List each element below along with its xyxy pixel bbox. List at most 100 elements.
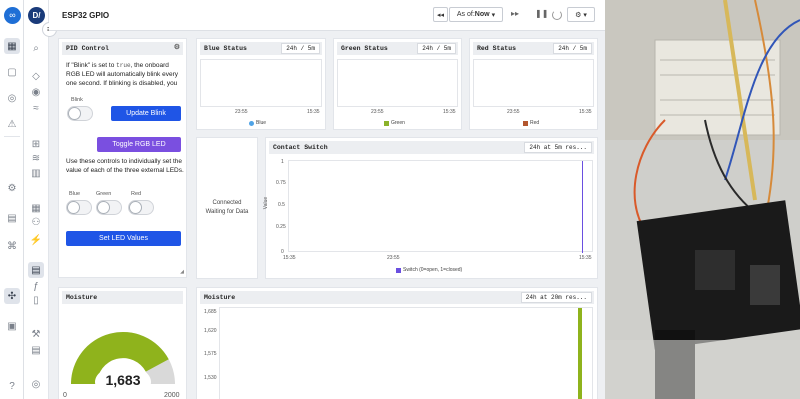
x-tick-label: 23:55 [387,255,400,261]
as-of-select[interactable]: As of: Now ▾ [449,7,503,22]
panel-header: PID Control ⚙ [62,42,183,55]
events-icon[interactable]: ◎ [4,90,20,106]
resize-handle-icon[interactable]: ◢ [180,269,184,275]
legend-label: Switch (0=open, 1=closed) [403,267,463,273]
green-label: Green [96,191,112,197]
red-label: Red [131,191,142,197]
panel-header: Moisture 24h at 20m res... [200,291,594,304]
tables-icon[interactable]: ▤ [4,210,20,226]
panel-title: Moisture [204,294,236,301]
legend-swatch [396,267,401,273]
panel-header: Blue Status 24h / 5m [200,42,322,55]
blink-text-part1: If "Blink" is set to [66,62,117,69]
y-tick-label: 1,530 [204,375,217,381]
y-tick-label: 0.5 [278,202,285,208]
search-icon[interactable]: ⌕ [28,40,44,56]
hardware-photo [605,0,800,399]
panel-header: Green Status 24h / 5m [337,42,458,55]
toggle-knob [67,201,80,214]
plug-icon[interactable]: ⚡ [28,232,44,248]
workflow-icon[interactable]: ◉ [28,84,44,100]
chart-legend: Blue [249,120,266,126]
workspace-avatar[interactable]: D/ [28,7,45,24]
experience-icon[interactable]: ✣ [4,288,20,304]
box-icon[interactable]: ◇ [28,68,44,84]
applications-icon[interactable]: ▦ [4,38,20,54]
chart-plot-area [288,160,593,253]
moisture-gauge-panel: Moisture 1,683 0 2000 [58,287,187,399]
x-tick-label: 23:55 [235,109,248,115]
y-axis-label: Value [263,196,270,210]
moisture-gauge: 1,683 [71,332,175,392]
time-range-button[interactable]: 24h / 5m [417,43,456,54]
y-tick-label: 1,620 [204,328,217,334]
time-range-button[interactable]: 24h / 5m [553,43,592,54]
chart-legend: Green [384,120,405,126]
y-tick-label: 1,685 [204,309,217,315]
blink-toggle[interactable] [67,106,93,121]
sidebar-divider [4,136,20,137]
app-root: ∞ ▦ ▢ ◎ ⚠ ⚙ ▤ ⌘ ✣ ▣ ? ⌕ ◇ ◉ ≈ ⊞ ≋ ▥ ▦ ⚇ … [0,0,800,399]
y-tick-label: 1 [281,159,284,165]
moisture-chart-panel: Moisture 24h at 20m res... 1,685 1,620 1,… [196,287,598,399]
edge-icon[interactable]: ⚙ [4,180,20,196]
panel-header: Red Status 24h / 5m [473,42,594,55]
connection-status-panel: Connected Waiting for Data [196,137,258,279]
gauge-min-label: 0 [63,392,67,399]
gear-icon[interactable]: ≈ [28,100,44,116]
chevron-down-icon: ▾ [491,11,496,19]
switch-series-line [582,161,583,253]
time-range-button[interactable]: 24h / 5m [281,43,320,54]
x-tick-label: 15:35 [579,255,592,261]
panel-title: Contact Switch [273,144,328,151]
panel-header: Moisture [62,291,183,304]
legend-swatch [523,120,528,126]
panel-settings-icon[interactable]: ⚙ [174,43,180,52]
integrations-icon[interactable]: ⌘ [4,238,20,254]
brand-logo-icon[interactable]: ∞ [4,7,21,24]
chart-legend: Switch (0=open, 1=closed) [396,267,462,273]
moisture-series-bar [578,308,582,399]
help-icon[interactable]: ? [4,378,20,394]
dashboard-header: ESP32 GPIO ◂◂ As of: Now ▾ ▸▸ ❚❚ ⚙ ▾ [49,0,605,31]
red-toggle[interactable] [128,200,154,215]
blue-label: Blue [69,191,81,197]
green-toggle[interactable] [96,200,122,215]
dashboard-settings-button[interactable]: ⚙ ▾ [567,7,595,22]
chart-legend: Red [523,120,539,126]
chart-icon[interactable]: ▥ [28,165,44,181]
panel-header: Contact Switch 24h at 5m res... [269,141,594,154]
legend-label: Red [530,120,540,126]
y-tick-label: 1,575 [204,351,217,357]
wrench-icon[interactable]: ⚒ [28,326,44,342]
toggle-rgb-led-button[interactable]: Toggle RGB LED [97,137,181,152]
page-title: ESP32 GPIO [62,11,110,20]
blink-description: If "Blink" is set to true, the onboard R… [66,61,184,88]
doc-icon[interactable]: ▤ [28,342,44,358]
blue-toggle[interactable] [66,200,92,215]
settings-icon[interactable]: ◎ [28,376,44,392]
legend-swatch [384,120,389,126]
back-button[interactable]: ◂◂ [433,7,448,22]
page-icon[interactable]: ▯ [28,292,44,308]
dashboard-nav-strip: ⌕ ◇ ◉ ≈ ⊞ ≋ ▥ ▦ ⚇ ⚡ ▤ ƒ ▯ ⚒ ▤ ◎ [24,0,49,399]
pause-button[interactable]: ❚❚ [535,9,548,18]
forward-button[interactable]: ▸▸ [511,9,519,18]
user-avatar[interactable] [4,346,20,362]
alerts-icon[interactable]: ⚠ [4,116,20,132]
gauge-max-label: 2000 [164,392,180,399]
set-led-values-button[interactable]: Set LED Values [66,231,181,246]
broadcast-icon[interactable]: ≋ [28,150,44,166]
files-icon[interactable]: ▣ [4,318,20,334]
contact-switch-panel: Contact Switch 24h at 5m res... Value 1 0… [263,137,598,279]
x-tick-label: 23:55 [371,109,384,115]
time-range-button[interactable]: 24h at 5m res... [524,142,592,153]
dashboard-icon[interactable]: ▤ [28,262,44,278]
toggle-knob [129,201,142,214]
update-blink-button[interactable]: Update Blink [111,106,181,121]
time-range-button[interactable]: 24h at 20m res... [520,292,592,303]
network-icon[interactable]: ⚇ [28,214,44,230]
connection-status: Connected [212,200,242,206]
devices-icon[interactable]: ▢ [4,64,20,80]
chart-plot-area [200,59,322,107]
